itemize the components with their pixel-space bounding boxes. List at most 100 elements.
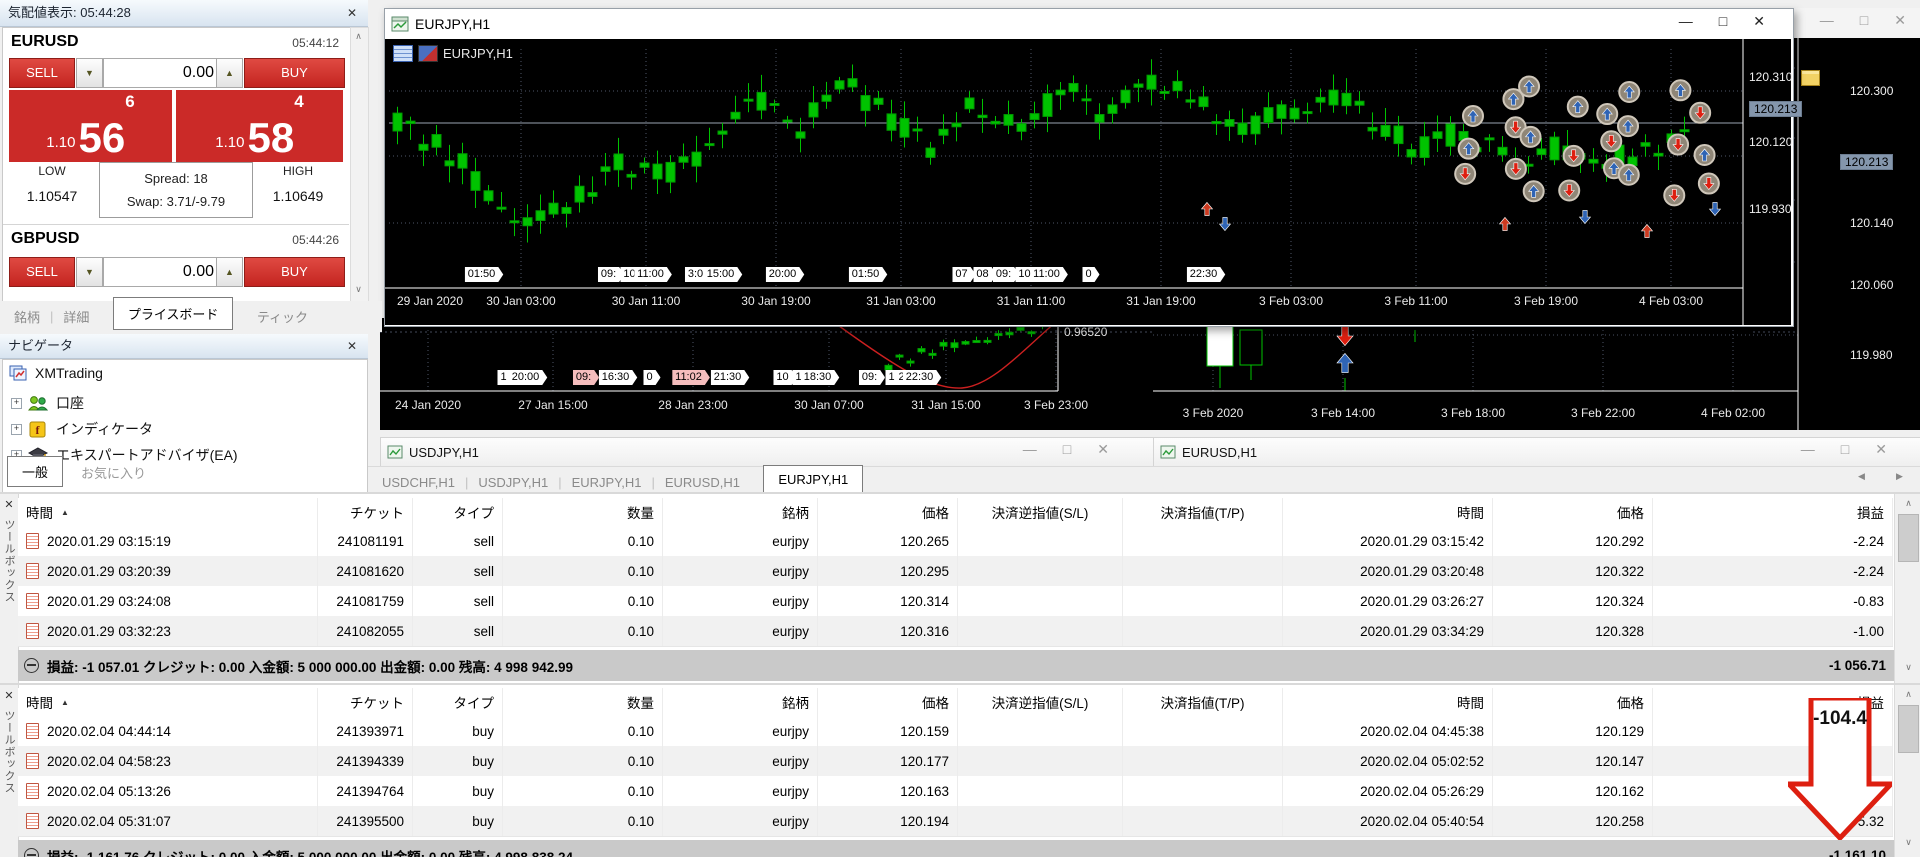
column-header-2[interactable]: タイプ	[413, 498, 503, 526]
close-icon[interactable]: ✕	[0, 498, 18, 511]
close-icon[interactable]: ✕	[344, 334, 360, 358]
ask-price-box[interactable]: 1.10 58 4	[176, 90, 343, 162]
scroll-down-icon[interactable]: ∨	[1901, 662, 1916, 673]
cell: 120.265	[818, 526, 958, 556]
minimize-icon[interactable]: —	[1679, 13, 1693, 30]
maximize-icon[interactable]: □	[1063, 441, 1071, 458]
chart-tab-eurjpy-h1[interactable]: EURJPY,H1	[763, 465, 863, 494]
chart-window-titlebar[interactable]: EURJPY,H1 — □ ✕	[385, 9, 1793, 39]
tab-scroll-right-icon[interactable]: ▶	[1896, 471, 1903, 482]
chart-tab-usdchf-h1[interactable]: USDCHF,H1	[382, 475, 455, 490]
close-icon[interactable]: ✕	[344, 0, 360, 26]
chart-tab-eurusd-h1[interactable]: EURUSD,H1	[665, 475, 740, 490]
tab-details[interactable]: 詳細	[63, 307, 89, 326]
time-axis-label: 30 Jan 19:00	[741, 294, 810, 308]
tree-item-broker[interactable]: XMTrading	[9, 365, 103, 381]
navigator-tab-common[interactable]: 一般	[7, 456, 63, 487]
table-scrollbar[interactable]: ∧ ∨	[1894, 685, 1920, 857]
maximize-icon[interactable]: □	[1719, 13, 1727, 30]
column-header-4[interactable]: 銘柄	[663, 498, 818, 526]
data-table-icon[interactable]	[393, 45, 413, 62]
column-header-9[interactable]: 価格	[1493, 498, 1653, 526]
column-header-0[interactable]: 時間▲	[18, 688, 318, 716]
table-row[interactable]: 2020.01.29 03:24:08241081759sell0.10eurj…	[18, 586, 1893, 617]
restore-icon[interactable]: —	[1801, 441, 1815, 458]
background-chart-window-left[interactable]: 0.9652024 Jan 202027 Jan 15:0028 Jan 23:…	[380, 318, 1153, 430]
table-row[interactable]: 2020.02.04 04:58:23241394339buy0.10eurjp…	[18, 746, 1893, 777]
table-scrollbar[interactable]: ∧ ∨	[1894, 494, 1920, 685]
column-header-6[interactable]: 決済逆指値(S/L)	[958, 498, 1123, 526]
table-row[interactable]: 2020.02.04 05:31:07241395500buy0.10eurjp…	[18, 806, 1893, 837]
volume-spin-up-icon[interactable]: ▲	[216, 58, 243, 88]
volume-dropdown-icon[interactable]: ▼	[76, 58, 103, 88]
navigator-tab-favorites[interactable]: お気に入り	[81, 463, 146, 482]
tree-item-indicators[interactable]: + f インディケータ	[11, 419, 153, 439]
column-header-10[interactable]: 損益	[1653, 498, 1893, 526]
scroll-down-icon[interactable]: ∨	[1901, 837, 1916, 848]
expand-icon[interactable]: +	[11, 398, 22, 409]
market-watch-scrollbar[interactable]: ∧ ∨	[350, 27, 369, 302]
close-icon[interactable]: ✕	[0, 689, 18, 702]
chart-tab-usdjpy-h1[interactable]: USDJPY,H1	[478, 475, 548, 490]
close-icon[interactable]: ✕	[1875, 441, 1887, 458]
table-row[interactable]: 2020.01.29 03:20:39241081620sell0.10eurj…	[18, 556, 1893, 587]
minimize-icon[interactable]: —	[1820, 12, 1834, 29]
scroll-up-icon[interactable]: ∧	[351, 31, 366, 42]
volume-input[interactable]: 0.00	[103, 257, 221, 287]
restore-icon[interactable]: —	[1023, 441, 1037, 458]
table-row[interactable]: 2020.02.04 05:13:26241394764buy0.10eurjp…	[18, 776, 1893, 807]
table-row[interactable]: 2020.01.29 03:32:23241082055sell0.10eurj…	[18, 616, 1893, 647]
cell	[1123, 806, 1283, 836]
tab-priceboard[interactable]: プライスボード	[113, 297, 234, 330]
maximize-icon[interactable]: □	[1841, 441, 1849, 458]
column-header-5[interactable]: 価格	[818, 498, 958, 526]
column-header-4[interactable]: 銘柄	[663, 688, 818, 716]
close-icon[interactable]: ✕	[1097, 441, 1109, 458]
column-header-1[interactable]: チケット	[318, 498, 413, 526]
minimized-window-eurusd[interactable]: EURUSD,H1 — □ ✕	[1153, 437, 1920, 467]
buy-button[interactable]: BUY	[244, 257, 345, 287]
bid-price-box[interactable]: 1.10 56 6	[9, 90, 172, 162]
scroll-down-icon[interactable]: ∨	[351, 284, 366, 295]
column-header-7[interactable]: 決済指値(T/P)	[1123, 688, 1283, 716]
column-header-5[interactable]: 価格	[818, 688, 958, 716]
maximize-icon[interactable]: □	[1860, 12, 1868, 29]
scroll-up-icon[interactable]: ∧	[1901, 689, 1916, 700]
column-header-0[interactable]: 時間▲	[18, 498, 318, 526]
volume-dropdown-icon[interactable]: ▼	[76, 257, 103, 287]
column-header-7[interactable]: 決済指値(T/P)	[1123, 498, 1283, 526]
history-book-icon[interactable]	[418, 45, 438, 62]
tab-tick[interactable]: ティック	[257, 307, 308, 326]
buy-button[interactable]: BUY	[244, 58, 345, 88]
chart-tab-eurjpy-h1[interactable]: EURJPY,H1	[572, 475, 642, 490]
candlestick-chart-canvas[interactable]: EURJPY,H1120.310120.213120.120119.93029 …	[385, 39, 1791, 325]
collapse-icon[interactable]	[24, 848, 39, 857]
table-row[interactable]: 2020.01.29 03:15:19241081191sell0.10eurj…	[18, 526, 1893, 557]
column-header-6[interactable]: 決済逆指値(S/L)	[958, 688, 1123, 716]
volume-spin-up-icon[interactable]: ▲	[216, 257, 243, 287]
sell-button[interactable]: SELL	[9, 257, 75, 287]
close-icon[interactable]: ✕	[1894, 12, 1906, 29]
scroll-up-icon[interactable]: ∧	[1901, 498, 1916, 509]
column-header-8[interactable]: 時間	[1283, 688, 1493, 716]
time-tag: 20:00	[766, 267, 805, 282]
volume-input[interactable]: 0.00	[103, 58, 221, 88]
column-header-3[interactable]: 数量	[503, 688, 663, 716]
expand-icon[interactable]: +	[11, 424, 22, 435]
tree-item-accounts[interactable]: + 口座	[11, 393, 84, 413]
quote-time: 05:44:26	[292, 233, 339, 247]
close-icon[interactable]: ✕	[1753, 13, 1765, 30]
script-icon[interactable]	[1801, 70, 1820, 86]
column-header-2[interactable]: タイプ	[413, 688, 503, 716]
table-row[interactable]: 2020.02.04 04:44:14241393971buy0.10eurjp…	[18, 716, 1893, 747]
minimized-window-usdjpy[interactable]: USDJPY,H1 — □ ✕	[380, 437, 1156, 467]
sell-button[interactable]: SELL	[9, 58, 75, 88]
column-header-3[interactable]: 数量	[503, 498, 663, 526]
column-header-9[interactable]: 価格	[1493, 688, 1653, 716]
tab-scroll-left-icon[interactable]: ◀	[1858, 471, 1865, 482]
column-header-8[interactable]: 時間	[1283, 498, 1493, 526]
column-header-1[interactable]: チケット	[318, 688, 413, 716]
cell: -2.24	[1653, 556, 1893, 586]
tab-symbols[interactable]: 銘柄	[14, 307, 40, 326]
collapse-icon[interactable]	[24, 658, 39, 673]
